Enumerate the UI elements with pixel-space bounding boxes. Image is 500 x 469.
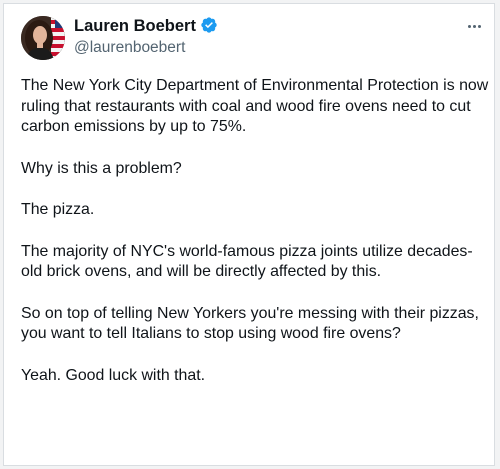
author-avatar[interactable]	[21, 16, 65, 60]
tweet-paragraph: Why is this a problem?	[21, 159, 182, 177]
author-name-text: Lauren Boebert	[74, 17, 196, 35]
tweet-paragraph: The majority of NYC's world-famous pizza…	[21, 242, 473, 281]
tweet-text: The New York City Department of Environm…	[21, 76, 491, 386]
tweet-paragraph: Yeah. Good luck with that.	[21, 366, 206, 384]
more-options-icon-dot	[472, 24, 476, 28]
profile-photo-icon	[21, 16, 65, 60]
tweet-paragraph: The pizza.	[21, 201, 95, 218]
verified-badge-icon	[201, 17, 217, 33]
more-options-icon-dot	[477, 24, 481, 28]
tweet-paragraph: The New York City Department of Environm…	[21, 77, 489, 135]
more-options-icon-dot	[467, 24, 471, 28]
author-handle[interactable]: @laurenboebert	[74, 38, 185, 58]
tweet-paragraph: So on top of telling New Yorkers you're …	[21, 304, 479, 343]
author-name[interactable]: Lauren Boebert	[74, 16, 218, 36]
more-options-button[interactable]	[462, 18, 486, 34]
tweet-card: Lauren Boebert @laurenboebert The New Yo…	[3, 3, 495, 466]
